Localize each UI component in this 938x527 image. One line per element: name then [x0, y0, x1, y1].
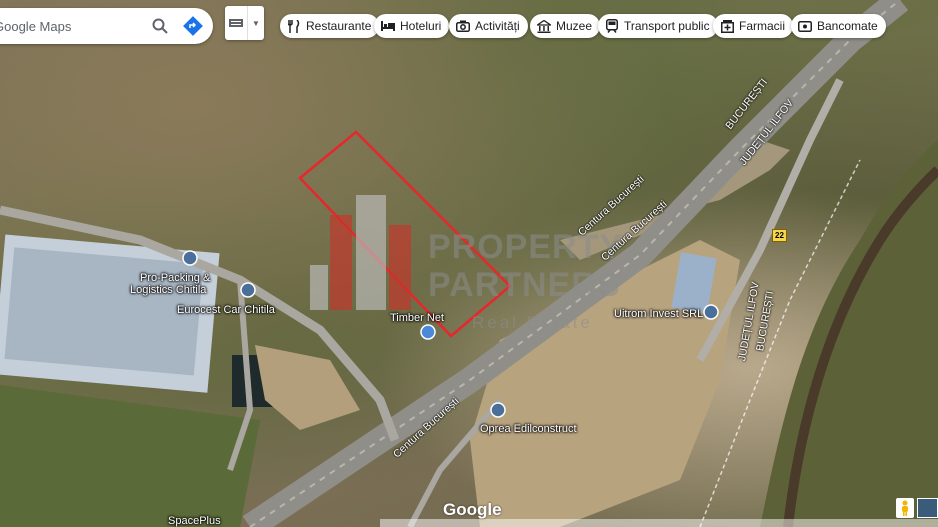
layers-icon [225, 6, 248, 40]
chip-label: Activități [475, 19, 520, 33]
map-layers-button[interactable]: ▼ [225, 6, 264, 40]
chip-restaurante[interactable]: Restaurante [280, 14, 380, 38]
search-input[interactable]: Google Maps [0, 19, 149, 34]
route-shield: 22 [772, 229, 787, 242]
watermark-line3: Real Estate [472, 313, 593, 332]
atm-icon [798, 19, 812, 33]
pin-uitrom [703, 304, 719, 320]
map-footer-bar [380, 519, 938, 527]
chip-hoteluri[interactable]: Hoteluri [374, 14, 450, 38]
chip-label: Restaurante [306, 19, 372, 33]
pin-oprea [490, 402, 506, 418]
place-label-oprea[interactable]: Oprea Edilconstruct [480, 423, 577, 435]
train-icon [605, 19, 619, 33]
place-label-eurocest[interactable]: Eurocest Car Chitila [177, 304, 275, 316]
chip-label: Hoteluri [400, 19, 442, 33]
pharmacy-icon [720, 19, 734, 33]
warehouse-roof-left [4, 247, 204, 376]
pin-propacking [182, 250, 198, 266]
museum-icon [537, 19, 551, 33]
chip-label: Transport public [624, 19, 710, 33]
watermark-line2: PARTNERS [428, 266, 621, 304]
green-field [0, 385, 260, 527]
search-icon[interactable] [149, 15, 171, 37]
chip-farmacii[interactable]: Farmacii [713, 14, 794, 38]
fork-knife-icon [287, 19, 301, 33]
search-box[interactable]: Google Maps [0, 8, 213, 44]
place-label-uitrom[interactable]: Uitrom Invest SRL [614, 308, 703, 320]
chip-bancomate[interactable]: Bancomate [791, 14, 886, 38]
satellite-map[interactable]: PROPERTY PARTNERS Real Estate Pro-Packin… [0, 0, 938, 527]
chevron-down-icon[interactable]: ▼ [248, 19, 264, 28]
chip-activitati[interactable]: Activități [449, 14, 528, 38]
pin-eurocest [240, 282, 256, 298]
watermark-line1: PROPERTY [428, 228, 624, 266]
place-label-propacking-1[interactable]: Pro-Packing & [140, 272, 210, 284]
chip-label: Muzee [556, 19, 593, 33]
google-logo: Google [443, 500, 502, 519]
property-partners-logo [310, 195, 411, 310]
chip-label: Farmacii [739, 19, 786, 33]
place-label-propacking-2[interactable]: Logistics Chitila [130, 284, 206, 296]
camera-icon [456, 19, 470, 33]
bed-icon [381, 19, 395, 33]
layer-toggle-thumbnail[interactable] [917, 498, 938, 518]
directions-icon[interactable] [181, 14, 205, 38]
place-label-spaceplus[interactable]: SpacePlus [168, 515, 221, 527]
place-label-timber[interactable]: Timber Net [390, 312, 444, 324]
chip-transport-public[interactable]: Transport public [598, 14, 718, 38]
chip-label: Bancomate [817, 19, 878, 33]
pegman-icon[interactable] [896, 498, 914, 518]
chip-muzee[interactable]: Muzee [530, 14, 601, 38]
pin-timber [420, 324, 436, 340]
